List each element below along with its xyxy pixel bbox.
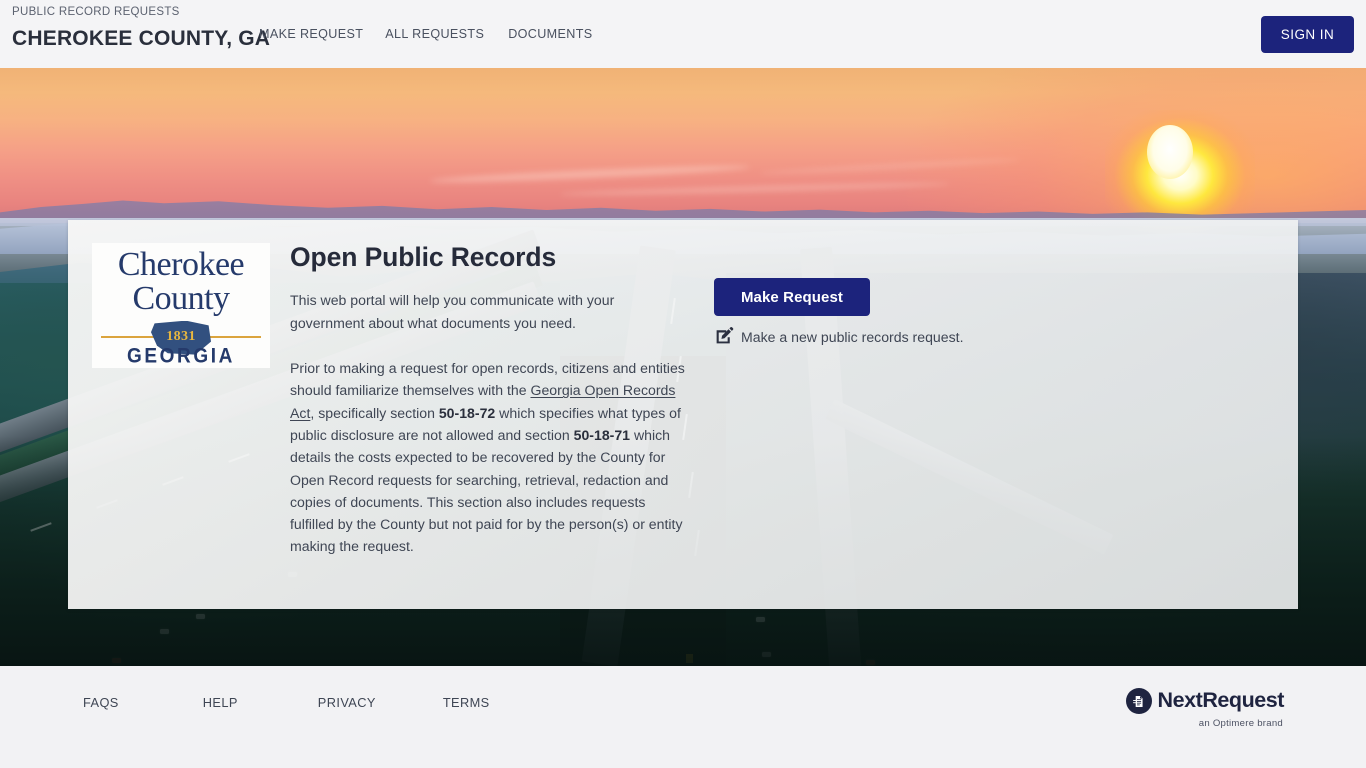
footer-link-privacy[interactable]: PRIVACY — [318, 695, 376, 710]
statute-code-50-18-71: 50-18-71 — [573, 426, 631, 443]
seal-state-name: GEORGIA — [127, 344, 235, 368]
footer-link-help[interactable]: HELP — [203, 695, 238, 710]
nextrequest-tagline: an Optimere brand — [1198, 718, 1283, 729]
edit-pencil-square-icon — [714, 325, 735, 352]
nav-item-documents[interactable]: DOCUMENTS — [508, 27, 592, 41]
seal-line-county: County — [132, 280, 230, 318]
seal-founding-year: 1831 — [166, 329, 196, 345]
brand-block: PUBLIC RECORD REQUESTS CHEROKEE COUNTY, … — [12, 6, 271, 50]
nextrequest-logo[interactable]: NextRequest an Optimere brand — [1125, 688, 1285, 729]
legal-text-part2: , specifically section — [310, 404, 439, 421]
page-title: Open Public Records — [290, 242, 557, 272]
hero-legal-paragraph: Prior to making a request for open recor… — [290, 357, 685, 558]
make-request-button[interactable]: Make Request — [714, 278, 870, 316]
hero-text-column: Open Public Records This web portal will… — [290, 242, 685, 558]
hero-content-card: Cherokee County 1831 GEORGIA Open Public… — [68, 220, 1298, 609]
nextrequest-wordmark: NextRequest — [1157, 688, 1285, 713]
footer-navigation: FAQS HELP PRIVACY TERMS — [83, 695, 490, 710]
brand-eyebrow: PUBLIC RECORD REQUESTS — [12, 6, 180, 18]
nextrequest-logo-row: NextRequest — [1125, 688, 1285, 714]
nav-item-all-requests[interactable]: ALL REQUESTS — [385, 27, 484, 41]
site-header: PUBLIC RECORD REQUESTS CHEROKEE COUNTY, … — [0, 0, 1366, 68]
seal-line-cherokee: Cherokee — [117, 246, 245, 283]
sign-in-button[interactable]: SIGN IN — [1261, 16, 1354, 53]
hero-intro-paragraph: This web portal will help you communicat… — [290, 292, 615, 331]
main-navigation: MAKE REQUEST ALL REQUESTS DOCUMENTS — [259, 27, 593, 41]
nav-item-make-request[interactable]: MAKE REQUEST — [259, 27, 363, 41]
agency-title: CHEROKEE COUNTY, GA — [12, 26, 271, 50]
county-seal-logo: Cherokee County 1831 GEORGIA — [92, 243, 270, 368]
footer-link-terms[interactable]: TERMS — [443, 695, 490, 710]
document-circle-icon — [1125, 688, 1152, 714]
legal-text-part4: which details the costs expected to be r… — [290, 426, 683, 555]
footer-link-faqs[interactable]: FAQS — [83, 695, 119, 710]
site-footer: FAQS HELP PRIVACY TERMS NextRequest an O… — [0, 666, 1366, 768]
hero-banner: Cherokee County 1831 GEORGIA Open Public… — [0, 68, 1366, 666]
make-request-description: Make a new public records request. — [714, 325, 974, 352]
make-request-description-text: Make a new public records request. — [741, 329, 964, 345]
statute-code-50-18-72: 50-18-72 — [438, 404, 496, 421]
hero-action-column: Make Request Make a new public records r… — [714, 278, 974, 352]
